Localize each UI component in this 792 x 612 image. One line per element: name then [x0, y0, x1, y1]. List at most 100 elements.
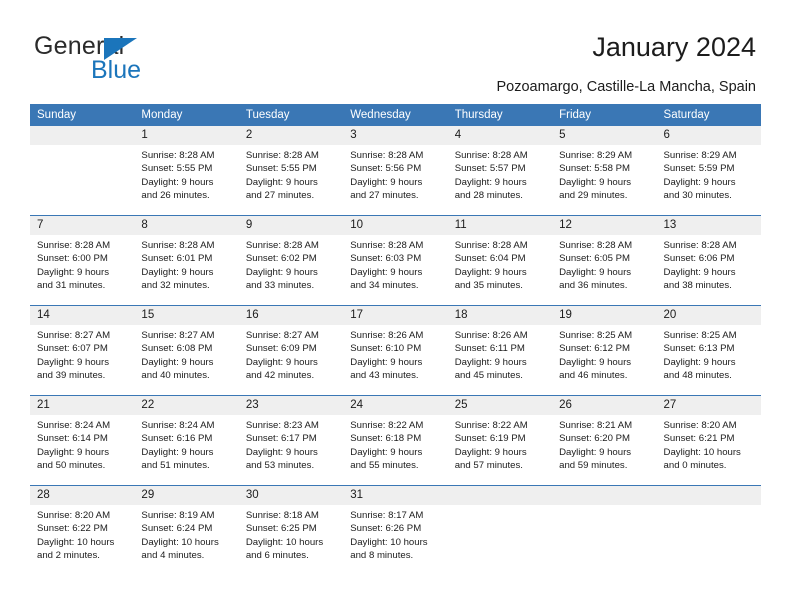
calendar-day-cell[interactable]: 24 Sunrise: 8:22 AM Sunset: 6:18 PM Dayligh… [343, 395, 448, 486]
sunset-text: Sunset: 6:00 PM [37, 253, 108, 265]
sunrise-text: Sunrise: 8:28 AM [454, 240, 528, 251]
calendar-day-cell[interactable]: 9 Sunrise: 8:28 AM Sunset: 6:02 PM Daylight… [238, 215, 344, 306]
daylight-text-cont: and 28 minutes. [454, 190, 523, 202]
calendar-day-cell[interactable]: 1 Sunrise: 8:28 AM Sunset: 5:55 PM Daylight… [134, 126, 239, 216]
daylight-text-cont: and 35 minutes. [454, 280, 523, 292]
general-blue-logo[interactable]: General Blue [34, 34, 254, 90]
sunrise-text: Sunrise: 8:26 AM [350, 330, 424, 341]
weekday-header-thursday: Thursday [447, 104, 553, 126]
day-details: Sunrise: 8:24 AM Sunset: 6:16 PM Daylight:… [134, 415, 238, 473]
daylight-text-cont: and 6 minutes. [245, 550, 309, 562]
daylight-text: Daylight: 10 hours [663, 446, 741, 458]
daylight-text: Daylight: 9 hours [37, 356, 109, 368]
daylight-text: Daylight: 9 hours [559, 176, 632, 188]
sunset-text: Sunset: 6:13 PM [663, 343, 735, 355]
calendar-day-cell[interactable]: 2 Sunrise: 8:28 AM Sunset: 5:55 PM Daylight… [238, 126, 344, 216]
day-number: 10 [343, 216, 448, 235]
daylight-text: Daylight: 9 hours [245, 266, 318, 278]
sunset-text: Sunset: 5:59 PM [663, 163, 735, 175]
calendar-day-cell[interactable]: 4 Sunrise: 8:28 AM Sunset: 5:57 PM Daylight… [447, 126, 553, 216]
calendar-day-cell[interactable]: 28 Sunrise: 8:20 AM Sunset: 6:22 PM Dayligh… [30, 485, 135, 575]
daylight-text-cont: and 27 minutes. [245, 190, 315, 202]
calendar-day-cell[interactable]: 22 Sunrise: 8:24 AM Sunset: 6:16 PM Dayligh… [134, 395, 239, 486]
day-details: Sunrise: 8:22 AM Sunset: 6:19 PM Daylight:… [448, 415, 552, 473]
daylight-text: Daylight: 9 hours [350, 176, 423, 188]
day-number: 21 [30, 396, 135, 415]
calendar-day-cell[interactable]: 16 Sunrise: 8:27 AM Sunset: 6:09 PM Dayligh… [238, 305, 344, 396]
day-number: 22 [134, 396, 239, 415]
day-number: 25 [447, 396, 553, 415]
calendar-day-cell[interactable]: 27 Sunrise: 8:20 AM Sunset: 6:21 PM Dayligh… [656, 395, 761, 486]
day-number: 28 [30, 486, 135, 505]
sunrise-text: Sunrise: 8:27 AM [141, 330, 215, 341]
daylight-text: Daylight: 9 hours [141, 176, 214, 188]
day-number: 13 [656, 216, 761, 235]
day-details: Sunrise: 8:28 AM Sunset: 6:00 PM Daylight:… [30, 235, 134, 293]
day-number: 5 [552, 126, 657, 145]
daylight-text-cont: and 46 minutes. [559, 370, 628, 382]
calendar-week-row: 14 Sunrise: 8:27 AM Sunset: 6:07 PM Dayligh… [30, 305, 761, 396]
daylight-text: Daylight: 10 hours [141, 536, 219, 548]
sunset-text: Sunset: 6:03 PM [350, 253, 422, 265]
calendar-day-cell[interactable]: 18 Sunrise: 8:26 AM Sunset: 6:11 PM Dayligh… [447, 305, 553, 396]
day-number: 6 [656, 126, 761, 145]
day-details: Sunrise: 8:25 AM Sunset: 6:12 PM Daylight:… [552, 325, 656, 383]
weekday-header-saturday: Saturday [656, 104, 761, 126]
day-number: 29 [134, 486, 239, 505]
sunset-text: Sunset: 6:19 PM [454, 433, 526, 445]
calendar-day-cell[interactable]: 15 Sunrise: 8:27 AM Sunset: 6:08 PM Dayligh… [134, 305, 239, 396]
day-details: Sunrise: 8:28 AM Sunset: 5:55 PM Daylight:… [239, 145, 343, 203]
day-details: Sunrise: 8:28 AM Sunset: 5:56 PM Daylight:… [343, 145, 447, 203]
calendar-day-cell[interactable]: 31 Sunrise: 8:17 AM Sunset: 6:26 PM Dayligh… [343, 485, 448, 575]
day-details: Sunrise: 8:26 AM Sunset: 6:11 PM Daylight:… [448, 325, 552, 383]
day-details: Sunrise: 8:17 AM Sunset: 6:26 PM Daylight:… [343, 505, 447, 563]
daylight-text-cont: and 40 minutes. [141, 370, 210, 382]
day-details: Sunrise: 8:28 AM Sunset: 6:02 PM Daylight:… [239, 235, 343, 293]
daylight-text-cont: and 2 minutes. [37, 550, 100, 562]
sunset-text: Sunset: 5:55 PM [141, 163, 213, 175]
calendar-day-cell[interactable]: 19 Sunrise: 8:25 AM Sunset: 6:12 PM Dayligh… [552, 305, 657, 396]
calendar-day-cell[interactable]: 11 Sunrise: 8:28 AM Sunset: 6:04 PM Dayligh… [447, 215, 553, 306]
sunrise-text: Sunrise: 8:28 AM [350, 150, 424, 161]
daylight-text-cont: and 26 minutes. [141, 190, 210, 202]
calendar-day-cell[interactable]: 29 Sunrise: 8:19 AM Sunset: 6:24 PM Dayligh… [134, 485, 239, 575]
calendar-day-cell[interactable]: 8 Sunrise: 8:28 AM Sunset: 6:01 PM Daylight… [134, 215, 239, 306]
daylight-text-cont: and 27 minutes. [350, 190, 419, 202]
daylight-text: Daylight: 10 hours [350, 536, 428, 548]
calendar-day-cell[interactable]: 25 Sunrise: 8:22 AM Sunset: 6:19 PM Dayligh… [447, 395, 553, 486]
daylight-text: Daylight: 9 hours [454, 446, 527, 458]
calendar-day-cell[interactable]: 17 Sunrise: 8:26 AM Sunset: 6:10 PM Dayligh… [343, 305, 448, 396]
daylight-text-cont: and 51 minutes. [141, 460, 210, 472]
day-number: 18 [447, 306, 553, 325]
day-number: 23 [238, 396, 344, 415]
sunset-text: Sunset: 6:12 PM [559, 343, 631, 355]
calendar-day-cell[interactable]: 20 Sunrise: 8:25 AM Sunset: 6:13 PM Dayligh… [656, 305, 761, 396]
calendar-day-cell[interactable]: 7 Sunrise: 8:28 AM Sunset: 6:00 PM Daylight… [30, 215, 135, 306]
calendar-header-row: Sunday Monday Tuesday Wednesday Thursday… [30, 104, 761, 126]
calendar-day-cell[interactable]: 10 Sunrise: 8:28 AM Sunset: 6:03 PM Dayligh… [343, 215, 448, 306]
sunrise-text: Sunrise: 8:27 AM [245, 330, 319, 341]
weekday-header-friday: Friday [552, 104, 657, 126]
day-number: 24 [343, 396, 448, 415]
daylight-text: Daylight: 9 hours [141, 446, 214, 458]
sunrise-text: Sunrise: 8:25 AM [559, 330, 633, 341]
calendar-day-cell[interactable]: 13 Sunrise: 8:28 AM Sunset: 6:06 PM Dayligh… [656, 215, 761, 306]
daylight-text-cont: and 36 minutes. [559, 280, 628, 292]
daylight-text: Daylight: 10 hours [37, 536, 115, 548]
day-details: Sunrise: 8:28 AM Sunset: 6:01 PM Daylight:… [134, 235, 238, 293]
sunrise-text: Sunrise: 8:18 AM [245, 510, 319, 521]
calendar-day-cell[interactable]: 12 Sunrise: 8:28 AM Sunset: 6:05 PM Dayligh… [552, 215, 657, 306]
calendar-day-cell[interactable]: 14 Sunrise: 8:27 AM Sunset: 6:07 PM Dayligh… [30, 305, 135, 396]
calendar-day-cell[interactable]: 6 Sunrise: 8:29 AM Sunset: 5:59 PM Daylight… [656, 126, 761, 216]
calendar-day-cell[interactable]: 26 Sunrise: 8:21 AM Sunset: 6:20 PM Dayligh… [552, 395, 657, 486]
daylight-text-cont: and 50 minutes. [37, 460, 106, 472]
calendar-day-cell[interactable]: 23 Sunrise: 8:23 AM Sunset: 6:17 PM Dayligh… [238, 395, 344, 486]
sunrise-text: Sunrise: 8:23 AM [245, 420, 319, 431]
day-details: Sunrise: 8:24 AM Sunset: 6:14 PM Daylight:… [30, 415, 134, 473]
daylight-text: Daylight: 9 hours [559, 266, 632, 278]
calendar-day-cell[interactable]: 30 Sunrise: 8:18 AM Sunset: 6:25 PM Dayligh… [238, 485, 344, 575]
sunrise-text: Sunrise: 8:20 AM [37, 510, 111, 521]
calendar-day-cell[interactable]: 5 Sunrise: 8:29 AM Sunset: 5:58 PM Daylight… [552, 126, 657, 216]
calendar-day-cell[interactable]: 21 Sunrise: 8:24 AM Sunset: 6:14 PM Dayligh… [30, 395, 135, 486]
calendar-day-cell[interactable]: 3 Sunrise: 8:28 AM Sunset: 5:56 PM Daylight… [343, 126, 448, 216]
